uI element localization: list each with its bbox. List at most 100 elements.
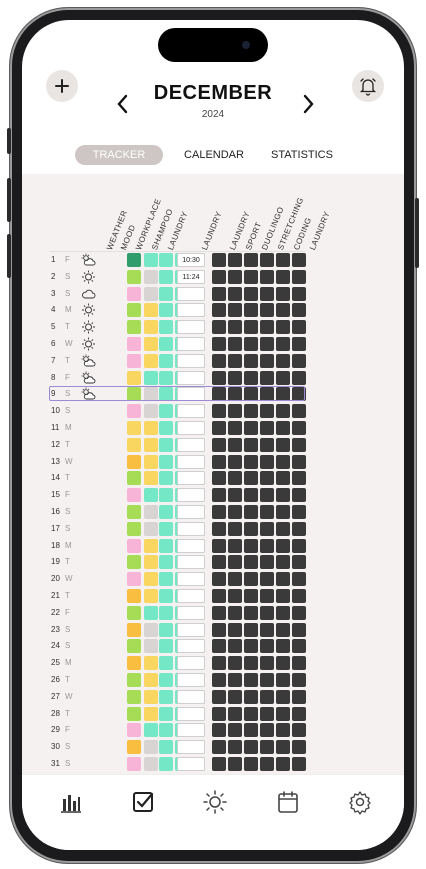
weather-empty[interactable] [81, 522, 96, 536]
table-row[interactable]: 3S [49, 286, 306, 303]
habit-cell[interactable] [276, 740, 290, 755]
workplace-cell[interactable] [144, 723, 158, 738]
habit-cell[interactable] [260, 421, 274, 435]
habit-cell[interactable] [260, 437, 274, 452]
habit-cell[interactable] [244, 706, 258, 721]
habit-cell[interactable] [292, 521, 306, 536]
habit-cell[interactable] [292, 437, 306, 452]
habit-cell[interactable] [292, 555, 306, 570]
workplace-cell[interactable] [144, 471, 158, 486]
habit-cell[interactable] [292, 757, 306, 771]
shampoo-cell[interactable] [159, 303, 173, 318]
habit-cell[interactable] [244, 656, 258, 671]
habit-cell[interactable] [260, 589, 274, 603]
sun-icon[interactable] [202, 789, 228, 815]
habit-cell[interactable] [244, 471, 258, 486]
habit-cell[interactable] [276, 404, 290, 419]
workplace-cell[interactable] [144, 589, 158, 603]
workplace-cell[interactable] [144, 253, 158, 267]
habit-cell[interactable] [228, 622, 242, 637]
sun-icon[interactable] [81, 270, 96, 284]
habit-cell[interactable] [244, 370, 258, 385]
workplace-cell[interactable] [144, 740, 158, 755]
mood-cell[interactable] [127, 757, 141, 771]
habit-cell[interactable] [260, 320, 274, 335]
habit-cell[interactable] [212, 421, 226, 435]
habit-cell[interactable] [260, 286, 274, 301]
habit-cell[interactable] [292, 673, 306, 687]
habit-cell[interactable] [292, 605, 306, 620]
time-entry-box[interactable] [177, 622, 205, 637]
workplace-cell[interactable] [144, 521, 158, 536]
habit-cell[interactable] [228, 521, 242, 536]
shampoo-cell[interactable] [159, 320, 173, 335]
shampoo-cell[interactable] [159, 706, 173, 721]
time-entry-box[interactable] [177, 337, 205, 351]
habit-cell[interactable] [276, 337, 290, 351]
habit-cell[interactable] [260, 521, 274, 536]
habit-cell[interactable] [244, 605, 258, 620]
habit-cell[interactable] [276, 673, 290, 687]
habit-cell[interactable] [212, 538, 226, 553]
time-entry-box[interactable] [177, 286, 205, 301]
workplace-cell[interactable] [144, 404, 158, 419]
habit-cell[interactable] [244, 689, 258, 704]
shampoo-cell[interactable] [159, 521, 173, 536]
habit-cell[interactable] [212, 555, 226, 570]
mood-cell[interactable] [127, 471, 141, 486]
time-entry-box[interactable] [177, 521, 205, 536]
habit-cell[interactable] [276, 269, 290, 284]
habit-cell[interactable] [292, 706, 306, 721]
habit-cell[interactable] [276, 605, 290, 620]
habit-cell[interactable] [212, 723, 226, 738]
weather-empty[interactable] [81, 656, 96, 670]
habit-cell[interactable] [244, 538, 258, 553]
habit-cell[interactable] [228, 706, 242, 721]
habit-cell[interactable] [228, 303, 242, 318]
workplace-cell[interactable] [144, 421, 158, 435]
mood-cell[interactable] [127, 589, 141, 603]
habit-cell[interactable] [260, 303, 274, 318]
habit-cell[interactable] [292, 740, 306, 755]
shampoo-cell[interactable] [159, 337, 173, 351]
table-row[interactable]: 26 T [49, 672, 306, 689]
habit-cell[interactable] [276, 437, 290, 452]
mood-cell[interactable] [127, 605, 141, 620]
habit-cell[interactable] [212, 337, 226, 351]
habit-cell[interactable] [260, 673, 274, 687]
shampoo-cell[interactable] [159, 269, 173, 284]
habit-cell[interactable] [260, 555, 274, 570]
habit-cell[interactable] [292, 572, 306, 587]
time-entry-box[interactable] [177, 572, 205, 587]
weather-empty[interactable] [81, 555, 96, 569]
habit-cell[interactable] [244, 253, 258, 267]
habit-cell[interactable] [244, 437, 258, 452]
mood-cell[interactable] [127, 740, 141, 755]
habit-cell[interactable] [276, 706, 290, 721]
habit-cell[interactable] [212, 605, 226, 620]
workplace-cell[interactable] [144, 320, 158, 335]
time-entry-box[interactable] [177, 505, 205, 519]
mood-cell[interactable] [127, 286, 141, 301]
habit-cell[interactable] [276, 538, 290, 553]
workplace-cell[interactable] [144, 437, 158, 452]
habit-cell[interactable] [260, 404, 274, 419]
table-row[interactable]: 24 S [49, 638, 306, 655]
weather-empty[interactable] [81, 404, 96, 418]
mood-cell[interactable] [127, 303, 141, 318]
table-row[interactable]: 15 F [49, 487, 306, 504]
table-row[interactable]: 7T [49, 353, 306, 370]
habit-cell[interactable] [228, 370, 242, 385]
habit-cell[interactable] [276, 622, 290, 637]
sun-icon[interactable] [81, 337, 96, 351]
habit-cell[interactable] [244, 303, 258, 318]
habit-cell[interactable] [228, 337, 242, 351]
habit-cell[interactable] [260, 505, 274, 519]
workplace-cell[interactable] [144, 488, 158, 503]
weather-empty[interactable] [81, 673, 96, 687]
workplace-cell[interactable] [144, 572, 158, 587]
habit-cell[interactable] [276, 521, 290, 536]
table-row[interactable]: 21 T [49, 588, 306, 605]
habit-cell[interactable] [260, 622, 274, 637]
habit-cell[interactable] [276, 757, 290, 771]
